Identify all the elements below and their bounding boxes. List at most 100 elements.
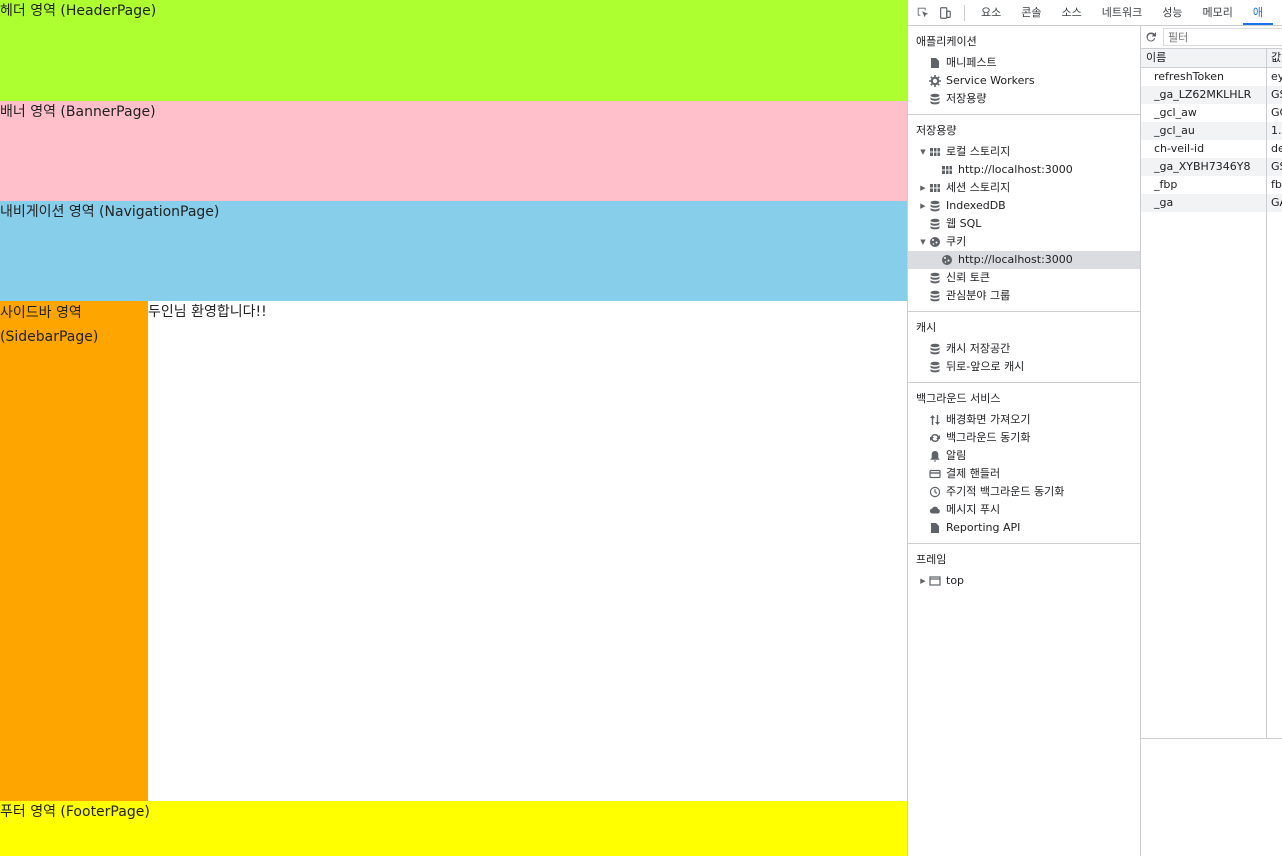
filter-input[interactable] <box>1163 28 1282 46</box>
application-sidebar: 애플리케이션 매니페스트 Service Workers 저장용량 저장용량 ▼… <box>908 26 1141 856</box>
cookie-icon <box>940 253 954 267</box>
section-title: 캐시 <box>916 321 937 334</box>
card-icon <box>928 467 942 481</box>
tree-item-cookies[interactable]: ▼ 쿠키 <box>908 233 1140 251</box>
table-row[interactable]: _fbp fb <box>1141 176 1282 194</box>
table-row[interactable]: _ga_LZ62MKLHLR GS <box>1141 86 1282 104</box>
expand-right-icon[interactable]: ▶ <box>918 179 928 197</box>
grid-icon <box>940 163 954 177</box>
expand-right-icon[interactable]: ▶ <box>918 572 928 590</box>
column-header-value[interactable]: 값 <box>1267 49 1282 67</box>
tree-item-back-forward-cache[interactable]: 뒤로-앞으로 캐시 <box>908 358 1140 376</box>
tree-item-push-messaging[interactable]: 메시지 푸시 <box>908 501 1140 519</box>
cookie-name: _ga <box>1141 194 1267 212</box>
tree-item-web-sql[interactable]: 웹 SQL <box>908 215 1140 233</box>
tree-item-cookies-origin[interactable]: http://localhost:3000 <box>908 251 1140 269</box>
tab-performance[interactable]: 성능 <box>1152 1 1192 25</box>
cookie-value: de <box>1271 142 1282 155</box>
cookie-name: _gcl_aw <box>1141 104 1267 122</box>
banner-text: 배너 영역 (BannerPage) <box>0 104 156 120</box>
section-title: 저장용량 <box>916 124 957 137</box>
tree-item-label: 메시지 푸시 <box>946 503 1001 516</box>
tab-sources[interactable]: 소스 <box>1052 1 1092 25</box>
tree-item-storage[interactable]: 저장용량 <box>908 90 1140 108</box>
tree-item-periodic-background-sync[interactable]: 주기적 백그라운드 동기화 <box>908 483 1140 501</box>
tree-item-label: Service Workers <box>946 74 1035 87</box>
cookie-value: GS <box>1271 160 1282 173</box>
navigation-region: 내비게이션 영역 (NavigationPage) <box>0 201 907 301</box>
tree-item-indexeddb[interactable]: ▶ IndexedDB <box>908 197 1140 215</box>
tree-item-interest-groups[interactable]: 관심분야 그룹 <box>908 287 1140 305</box>
table-row[interactable]: refreshToken ey <box>1141 68 1282 86</box>
tree-item-label: 캐시 저장공간 <box>946 342 1011 355</box>
footer-text: 푸터 영역 (FooterPage) <box>0 804 150 820</box>
tree-item-background-sync[interactable]: 백그라운드 동기화 <box>908 429 1140 447</box>
section-background-services: 백그라운드 서비스 배경화면 가져오기 백그라운드 동기화 알림 결제 핸들러 … <box>908 383 1140 544</box>
database-icon <box>928 271 942 285</box>
database-icon <box>928 92 942 106</box>
tree-item-local-storage[interactable]: ▼ 로컬 스토리지 <box>908 143 1140 161</box>
table-row[interactable]: _gcl_au 1.1 <box>1141 122 1282 140</box>
expand-right-icon[interactable]: ▶ <box>918 197 928 215</box>
section-title: 애플리케이션 <box>916 35 977 48</box>
tree-item-label: http://localhost:3000 <box>958 163 1073 176</box>
cookie-name: ch-veil-id <box>1141 140 1267 158</box>
tree-item-background-fetch[interactable]: 배경화면 가져오기 <box>908 411 1140 429</box>
refresh-icon[interactable] <box>1145 25 1157 49</box>
tree-item-label: 매니페스트 <box>946 56 997 69</box>
cookie-value: ey <box>1271 70 1282 83</box>
tree-item-manifest[interactable]: 매니페스트 <box>908 54 1140 72</box>
tree-item-trust-tokens[interactable]: 신뢰 토큰 <box>908 269 1140 287</box>
cookie-name: _gcl_au <box>1141 122 1267 140</box>
tree-item-label: 로컬 스토리지 <box>946 145 1011 158</box>
header-text: 헤더 영역 (HeaderPage) <box>0 3 157 19</box>
tree-item-payment-handler[interactable]: 결제 핸들러 <box>908 465 1140 483</box>
cookie-name: _ga_XYBH7346Y8 <box>1141 158 1267 176</box>
inspect-element-icon[interactable] <box>912 1 934 25</box>
arrows-updown-icon <box>928 413 942 427</box>
cookie-value: GA <box>1271 196 1282 209</box>
sidebar-subtitle: (SidebarPage) <box>0 329 99 345</box>
tree-item-service-workers[interactable]: Service Workers <box>908 72 1140 90</box>
tree-item-frame-top[interactable]: ▶ top <box>908 572 1140 590</box>
footer-region: 푸터 영역 (FooterPage) <box>0 801 907 856</box>
file-icon <box>928 56 942 70</box>
tree-item-session-storage[interactable]: ▶ 세션 스토리지 <box>908 179 1140 197</box>
main-content: 두인님 환영합니다!! <box>148 301 907 801</box>
header-region: 헤더 영역 (HeaderPage) <box>0 0 907 101</box>
sidebar-title: 사이드바 영역 <box>0 305 82 321</box>
grid-icon <box>928 145 942 159</box>
tree-item-local-storage-origin[interactable]: http://localhost:3000 <box>908 161 1140 179</box>
device-toolbar-icon[interactable] <box>934 1 956 25</box>
bell-icon <box>928 449 942 463</box>
tree-item-label: IndexedDB <box>946 199 1006 212</box>
database-icon <box>928 199 942 213</box>
tab-network[interactable]: 네트워크 <box>1092 1 1152 25</box>
tab-application[interactable]: 애 <box>1242 1 1273 25</box>
database-icon <box>928 289 942 303</box>
cookie-value: fb <box>1271 178 1282 191</box>
table-row[interactable]: ch-veil-id de <box>1141 140 1282 158</box>
tree-item-label: 알림 <box>946 449 967 462</box>
cookie-name: _ga_LZ62MKLHLR <box>1141 86 1267 104</box>
navigation-text: 내비게이션 영역 (NavigationPage) <box>0 204 220 220</box>
expand-down-icon[interactable]: ▼ <box>918 143 928 161</box>
expand-down-icon[interactable]: ▼ <box>918 233 928 251</box>
tab-memory[interactable]: 메모리 <box>1192 1 1242 25</box>
tab-console[interactable]: 콘솔 <box>1011 1 1051 25</box>
tree-item-label: 관심분야 그룹 <box>946 289 1011 302</box>
cookie-view: 이름 값 refreshToken ey _ga_LZ62MKLHLR GS _gc… <box>1141 26 1282 856</box>
toolbar-divider <box>964 4 965 21</box>
table-row[interactable]: _ga_XYBH7346Y8 GS <box>1141 158 1282 176</box>
tab-elements[interactable]: 요소 <box>971 1 1011 25</box>
tree-item-notifications[interactable]: 알림 <box>908 447 1140 465</box>
tree-item-cache-storage[interactable]: 캐시 저장공간 <box>908 340 1140 358</box>
tree-item-reporting-api[interactable]: Reporting API <box>908 519 1140 537</box>
column-header-name[interactable]: 이름 <box>1141 49 1267 67</box>
table-row[interactable]: _ga GA <box>1141 194 1282 212</box>
tree-item-label: 저장용량 <box>946 92 987 105</box>
window-icon <box>928 574 942 588</box>
database-icon <box>928 342 942 356</box>
table-row[interactable]: _gcl_aw GC <box>1141 104 1282 122</box>
welcome-text: 두인님 환영합니다!! <box>148 304 267 320</box>
